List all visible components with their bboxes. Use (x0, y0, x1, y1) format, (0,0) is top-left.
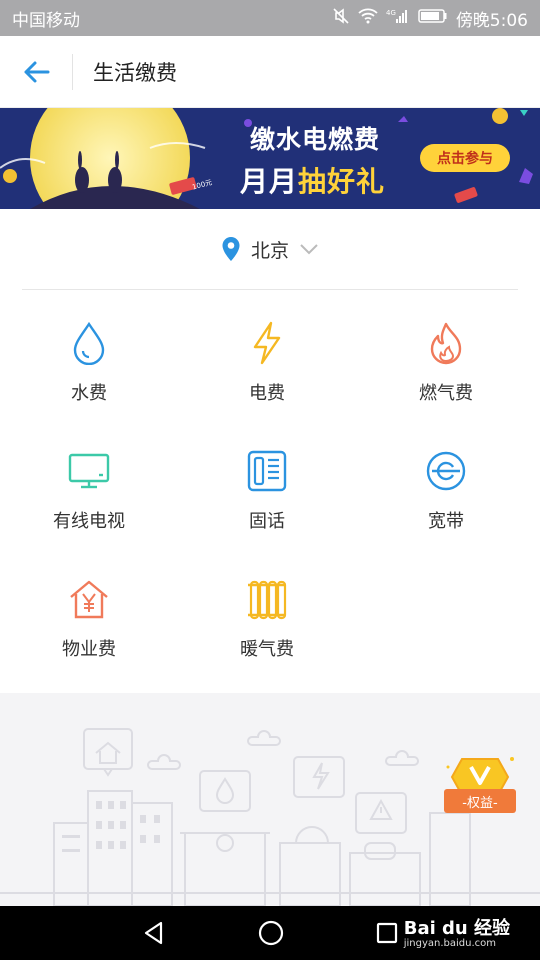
network-type: 4G (386, 9, 396, 17)
water-drop-icon (65, 319, 113, 367)
service-electricity[interactable]: 电费 (178, 309, 356, 419)
service-label: 水费 (71, 383, 107, 404)
services-panel: 北京 水费 电费 燃气费 有线电视 固话 宽带 物业费 暖气费 (0, 209, 540, 693)
carrier-label: 中国移动 (12, 10, 80, 31)
rights-badge[interactable]: -权益- (440, 753, 520, 823)
radiator-icon (243, 575, 291, 623)
clock: 傍晚5:06 (455, 10, 528, 31)
header-divider (72, 53, 73, 90)
status-bar: 中国移动 4G 傍晚5:06 (0, 0, 540, 36)
section-divider (22, 289, 518, 290)
banner-subheadline-highlight: 抽好礼 (298, 165, 386, 198)
broadband-icon (422, 447, 470, 495)
service-label: 暖气费 (240, 639, 294, 660)
service-broadband[interactable]: 宽带 (357, 437, 535, 547)
banner-headline: 缴水电燃费 (250, 125, 381, 154)
flame-icon (422, 319, 470, 367)
join-button[interactable]: 点击参与 (420, 144, 510, 172)
watermark-url: jingyan.baidu.com (403, 938, 496, 949)
service-label: 电费 (249, 383, 285, 404)
service-cable-tv[interactable]: 有线电视 (0, 437, 178, 547)
wifi-icon (358, 8, 378, 29)
city-illustration: -权益- (0, 693, 540, 906)
service-property[interactable]: 物业费 (0, 565, 178, 675)
location-pin-icon (222, 237, 240, 261)
page-title: 生活缴费 (93, 60, 177, 85)
service-water[interactable]: 水费 (0, 309, 178, 419)
battery-icon (418, 8, 448, 29)
signal-icon: 4G (386, 8, 410, 29)
banner-subheadline: 月月抽好礼 (240, 160, 385, 200)
city-name: 北京 (250, 239, 289, 262)
watermark-brand: Bai du 经验 (403, 918, 510, 939)
service-label: 固话 (249, 511, 285, 532)
promo-banner[interactable]: 缴水电燃费 月月抽好礼 点击参与 100元 (0, 108, 540, 209)
house-yuan-icon (65, 575, 113, 623)
chevron-down-icon (300, 244, 318, 255)
tv-icon (65, 447, 113, 495)
service-landline[interactable]: 固话 (178, 437, 356, 547)
telephone-icon (243, 447, 291, 495)
status-icons: 4G 傍晚5:06 (332, 6, 528, 31)
service-heating[interactable]: 暖气费 (178, 565, 356, 675)
service-gas[interactable]: 燃气费 (357, 309, 535, 419)
baidu-watermark: Bai du 经验 jingyan.baidu.com (404, 914, 510, 949)
nav-back-icon[interactable] (141, 920, 167, 946)
back-arrow-icon (24, 61, 50, 82)
nav-recents-icon[interactable] (375, 921, 399, 945)
service-label: 有线电视 (53, 511, 125, 532)
banner-subheadline-prefix: 月月 (240, 165, 299, 198)
service-label: 燃气费 (419, 383, 473, 404)
lightning-icon (243, 319, 291, 367)
service-label: 物业费 (62, 639, 116, 660)
mute-icon (332, 7, 350, 30)
rights-label: -权益- (444, 789, 516, 813)
back-button[interactable] (0, 36, 72, 108)
service-label: 宽带 (428, 511, 464, 532)
app-bar: 生活缴费 (0, 36, 540, 108)
nav-home-icon[interactable] (257, 919, 285, 947)
city-selector[interactable]: 北京 (0, 209, 540, 289)
